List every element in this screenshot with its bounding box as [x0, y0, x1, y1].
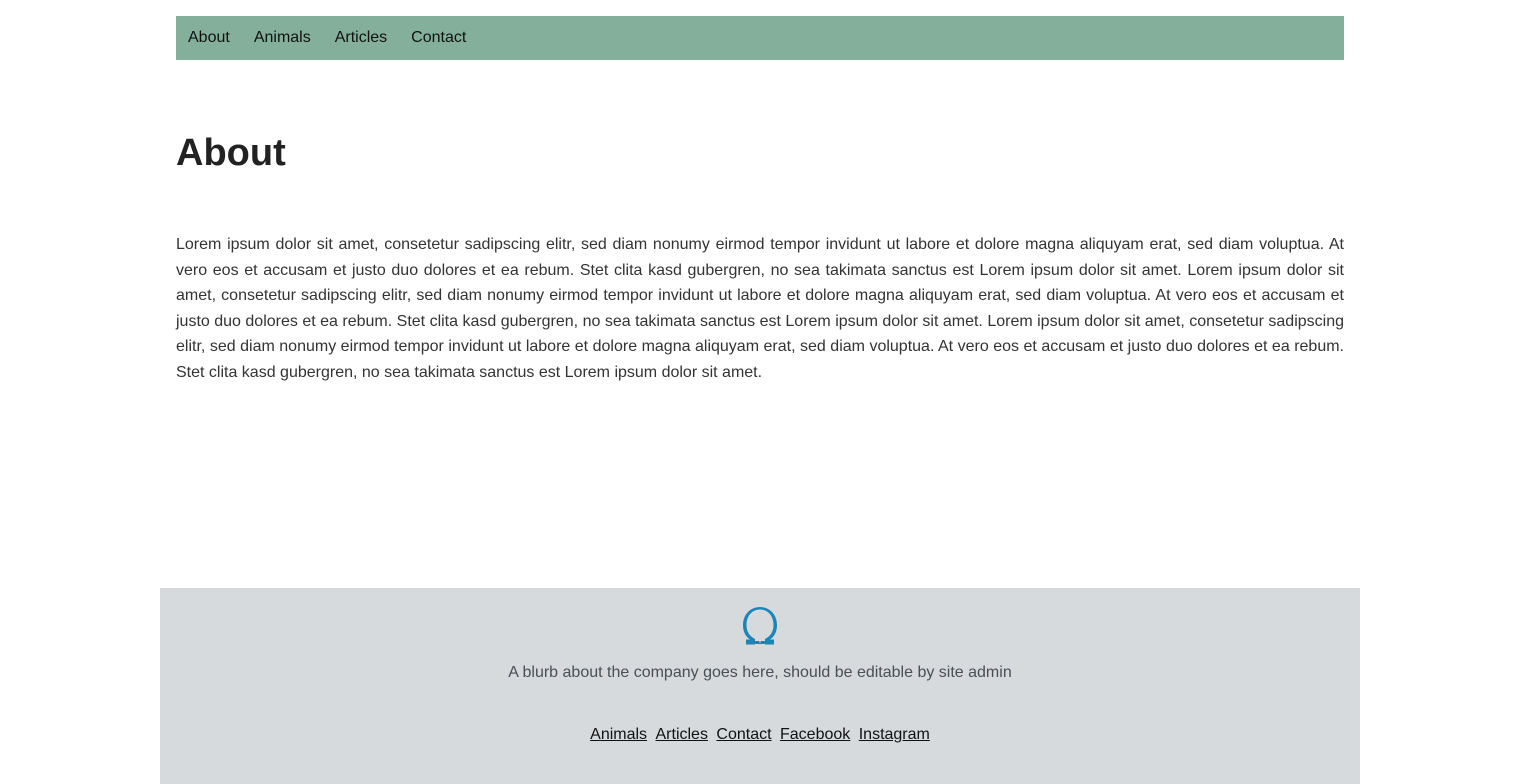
footer-link-articles[interactable]: Articles — [656, 726, 708, 743]
site-footer: Ω A blurb about the company goes here, s… — [160, 588, 1360, 784]
nav-item-articles[interactable]: Articles — [323, 16, 399, 60]
footer-link-animals[interactable]: Animals — [590, 726, 647, 743]
nav-item-contact[interactable]: Contact — [399, 16, 478, 60]
omega-logo-icon: Ω — [742, 606, 778, 646]
page-title: About — [176, 132, 286, 174]
footer-blurb: A blurb about the company goes here, sho… — [508, 664, 1012, 681]
top-navigation: About Animals Articles Contact — [176, 16, 1344, 60]
footer-links: Animals Articles Contact Facebook Instag… — [160, 726, 1360, 744]
footer-link-instagram[interactable]: Instagram — [859, 726, 930, 743]
footer-link-facebook[interactable]: Facebook — [780, 726, 850, 743]
about-paragraph: Lorem ipsum dolor sit amet, consetetur s… — [176, 236, 1344, 381]
nav-item-animals[interactable]: Animals — [242, 16, 323, 60]
footer-link-contact[interactable]: Contact — [716, 726, 771, 743]
nav-item-about[interactable]: About — [176, 16, 242, 60]
